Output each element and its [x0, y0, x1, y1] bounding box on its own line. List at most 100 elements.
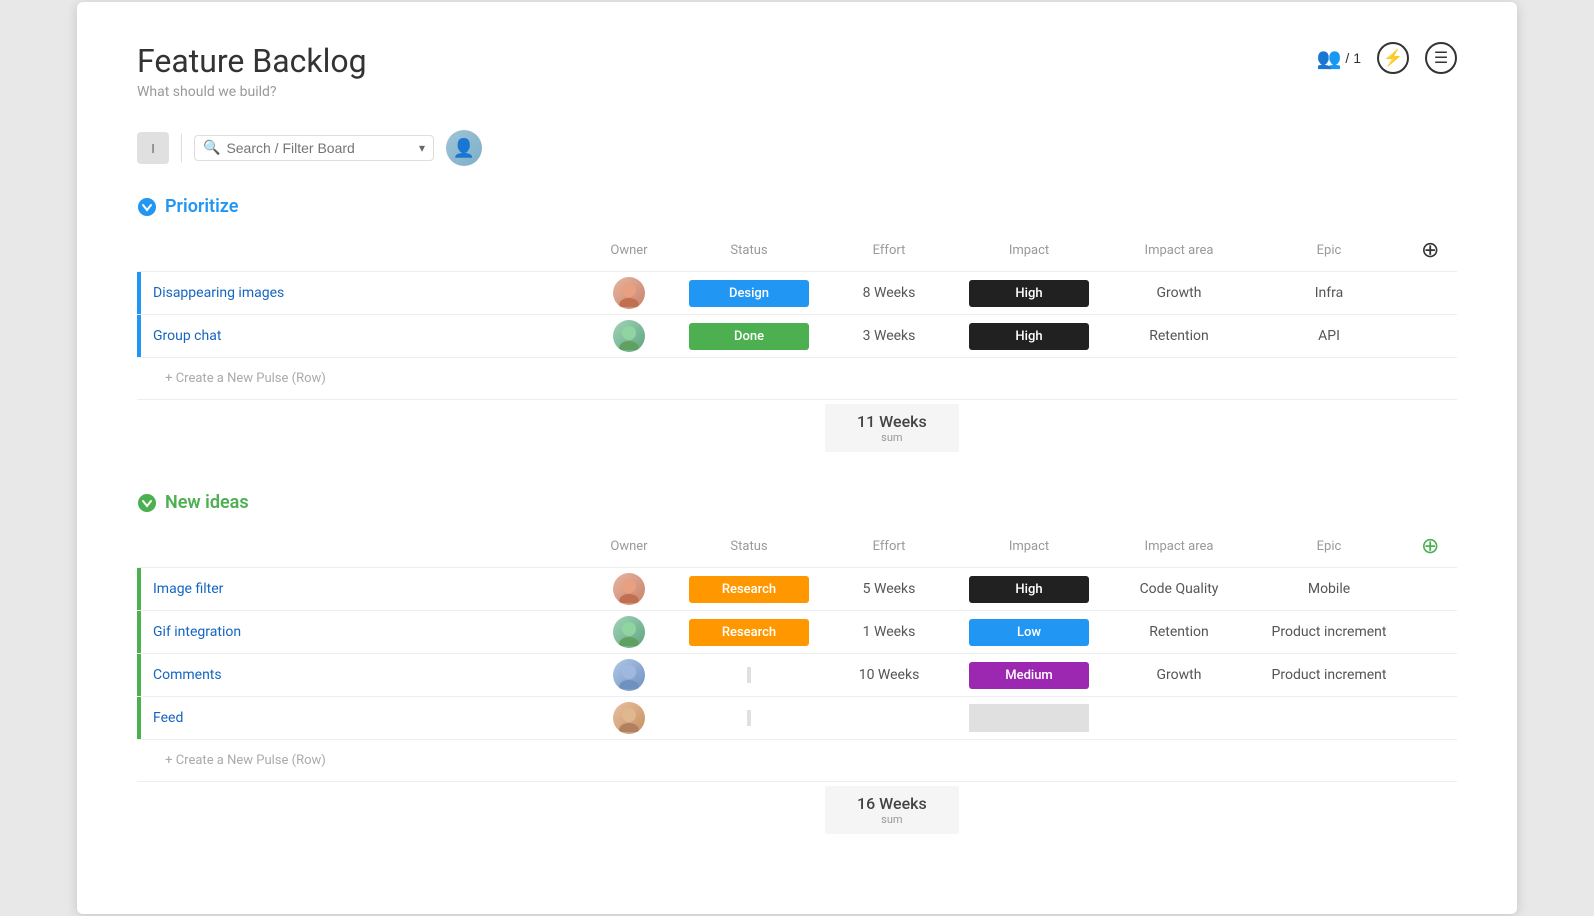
status-badge: Research	[689, 619, 809, 646]
activity-icon: ⚡	[1377, 42, 1409, 74]
status-cell[interactable]	[669, 697, 829, 740]
epic-cell: Mobile	[1249, 568, 1409, 611]
chevron-down-icon	[137, 197, 157, 217]
table-row: Image filter Research 5 Weeks High Code …	[137, 568, 1457, 611]
owner-cell	[589, 272, 669, 315]
add-col-cell	[1409, 568, 1457, 611]
status-badge: Research	[689, 576, 809, 603]
user-count-label: / 1	[1345, 50, 1361, 66]
owner-avatar	[613, 616, 645, 648]
create-row-label[interactable]: + Create a New Pulse (Row)	[137, 740, 1457, 782]
add-col-cell	[1409, 272, 1457, 315]
sections-container: Prioritize Owner Status Effort Impact Im…	[137, 196, 1457, 834]
impact-badge: High	[969, 576, 1089, 603]
col-impact: Impact	[949, 229, 1109, 272]
item-name[interactable]: Comments	[141, 667, 234, 683]
col-owner: Owner	[589, 525, 669, 568]
table-row: Comments 10 Weeks Medium Growth Product …	[137, 654, 1457, 697]
avatar[interactable]: 👤	[446, 130, 482, 166]
owner-avatar	[613, 659, 645, 691]
owner-avatar	[613, 277, 645, 309]
row-name-container: Comments	[137, 654, 589, 696]
status-empty	[747, 667, 750, 683]
users-button[interactable]: 👥 / 1	[1317, 46, 1361, 71]
page-title: Feature Backlog	[137, 42, 367, 80]
header-right: 👥 / 1 ⚡ ☰	[1317, 42, 1457, 74]
impact-area-cell	[1109, 697, 1249, 740]
status-cell[interactable]: Design	[669, 272, 829, 315]
item-name[interactable]: Feed	[141, 710, 195, 726]
add-col-cell	[1409, 611, 1457, 654]
col-add: ⊕	[1409, 525, 1457, 568]
search-dropdown-button[interactable]: ▾	[419, 141, 425, 155]
toolbar-divider	[181, 134, 182, 162]
col-status: Status	[669, 229, 829, 272]
section-toggle-button[interactable]	[137, 493, 157, 513]
impact-cell[interactable]: Low	[949, 611, 1109, 654]
impact-cell[interactable]: High	[949, 568, 1109, 611]
sum-value: 16 Weeks	[857, 794, 927, 813]
section-prioritize: Prioritize Owner Status Effort Impact Im…	[137, 196, 1457, 452]
sum-box: 11 Weeks sum	[825, 404, 959, 452]
status-badge: Done	[689, 323, 809, 350]
search-icon: 🔍	[203, 140, 220, 156]
epic-cell: Infra	[1249, 272, 1409, 315]
create-row[interactable]: + Create a New Pulse (Row)	[137, 358, 1457, 400]
row-name-container: Disappearing images	[137, 272, 589, 314]
effort-cell	[829, 697, 949, 740]
impact-cell[interactable]: Medium	[949, 654, 1109, 697]
effort-cell: 1 Weeks	[829, 611, 949, 654]
owner-cell	[589, 611, 669, 654]
impact-empty	[969, 704, 1089, 732]
toolbar: I 🔍 ▾ 👤	[137, 130, 1457, 166]
header: Feature Backlog What should we build? 👥 …	[137, 42, 1457, 100]
status-cell[interactable]: Done	[669, 315, 829, 358]
owner-cell	[589, 568, 669, 611]
users-icon: 👥	[1317, 46, 1342, 71]
user-avatar: 👤	[446, 130, 482, 166]
section-toggle-button[interactable]	[137, 197, 157, 217]
add-col-cell	[1409, 654, 1457, 697]
table-header-row: Owner Status Effort Impact Impact area E…	[137, 229, 1457, 272]
activity-button[interactable]: ⚡	[1377, 42, 1409, 74]
impact-cell[interactable]: High	[949, 272, 1109, 315]
status-cell[interactable]	[669, 654, 829, 697]
section-new-ideas: New ideas Owner Status Effort Impact Imp…	[137, 492, 1457, 834]
impact-cell[interactable]: High	[949, 315, 1109, 358]
row-name-container: Group chat	[137, 315, 589, 357]
impact-badge: High	[969, 280, 1089, 307]
table-row: Feed	[137, 697, 1457, 740]
col-impact-area: Impact area	[1109, 525, 1249, 568]
add-column-button[interactable]: ⊕	[1421, 533, 1439, 559]
owner-avatar	[613, 320, 645, 352]
item-name[interactable]: Disappearing images	[141, 285, 296, 301]
item-name[interactable]: Image filter	[141, 581, 235, 597]
item-name[interactable]: Gif integration	[141, 624, 253, 640]
status-badge: Design	[689, 280, 809, 307]
item-name[interactable]: Group chat	[141, 328, 233, 344]
status-empty	[747, 710, 750, 726]
add-column-button[interactable]: ⊕	[1421, 237, 1439, 263]
row-name-container: Image filter	[137, 568, 589, 610]
col-name	[137, 229, 589, 272]
status-cell[interactable]: Research	[669, 568, 829, 611]
impact-badge: High	[969, 323, 1089, 350]
row-name-container: Feed	[137, 697, 589, 739]
menu-button[interactable]: ☰	[1425, 42, 1457, 74]
create-row-label[interactable]: + Create a New Pulse (Row)	[137, 358, 1457, 400]
section-header: New ideas	[137, 492, 1457, 513]
status-cell[interactable]: Research	[669, 611, 829, 654]
effort-cell: 8 Weeks	[829, 272, 949, 315]
sum-label: sum	[881, 431, 902, 444]
col-impact-area: Impact area	[1109, 229, 1249, 272]
table-header-row: Owner Status Effort Impact Impact area E…	[137, 525, 1457, 568]
menu-icon: ☰	[1425, 42, 1457, 74]
sum-box: 16 Weeks sum	[825, 786, 959, 834]
create-row[interactable]: + Create a New Pulse (Row)	[137, 740, 1457, 782]
owner-cell	[589, 697, 669, 740]
col-impact: Impact	[949, 525, 1109, 568]
impact-cell[interactable]	[949, 697, 1109, 740]
sum-label: sum	[881, 813, 902, 826]
toolbar-letter-button[interactable]: I	[137, 132, 169, 164]
search-input[interactable]	[226, 140, 413, 156]
